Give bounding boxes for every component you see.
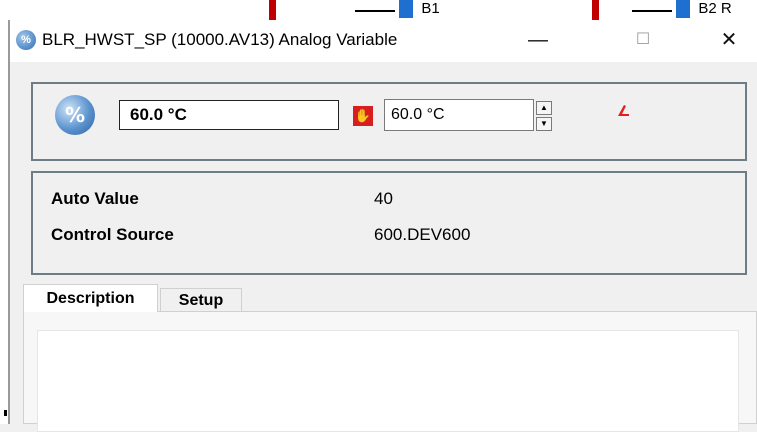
control-source-value: 600.DEV600 — [374, 225, 471, 244]
spin-down-button[interactable]: ▼ — [536, 117, 552, 131]
maximize-button[interactable]: ☐ — [620, 20, 666, 62]
description-panel — [23, 311, 757, 432]
description-text-area[interactable] — [37, 330, 739, 432]
background-mark — [4, 410, 7, 416]
percent-icon: % — [16, 30, 36, 50]
title-bar[interactable]: % BLR_HWST_SP (10000.AV13) Analog Variab… — [10, 20, 757, 62]
background-indicator — [592, 0, 599, 20]
background-label-1: B1 RW1 — [355, 0, 475, 18]
minimize-button[interactable]: — — [515, 20, 561, 62]
tab-setup[interactable]: Setup — [160, 288, 242, 312]
present-value-panel: % 60.0 °C ✋ 60.0 °C ▲ ▼ — [31, 82, 747, 161]
red-flag-icon — [618, 105, 629, 116]
spin-up-button[interactable]: ▲ — [536, 101, 552, 115]
analog-variable-window: % BLR_HWST_SP (10000.AV13) Analog Variab… — [10, 20, 757, 432]
background-label-2: B2 R — [632, 0, 757, 18]
present-value-display: 60.0 °C — [119, 100, 339, 130]
command-value-input[interactable]: 60.0 °C — [384, 99, 534, 131]
percent-icon: % — [55, 95, 95, 135]
close-button[interactable]: ✕ — [706, 20, 752, 62]
window-title: BLR_HWST_SP (10000.AV13) Analog Variable — [42, 30, 398, 49]
tab-description[interactable]: Description — [23, 284, 158, 312]
status-panel: Auto Value 40 Control Source 600.DEV600 — [31, 171, 747, 275]
auto-value-label: Auto Value — [51, 189, 139, 208]
value-stepper[interactable]: ▲ ▼ — [536, 101, 552, 131]
hand-icon[interactable]: ✋ — [353, 106, 373, 126]
background-indicator — [269, 0, 276, 20]
auto-value-value: 40 — [374, 189, 393, 208]
tab-control: Description Setup — [20, 284, 757, 432]
control-source-label: Control Source — [51, 225, 174, 244]
